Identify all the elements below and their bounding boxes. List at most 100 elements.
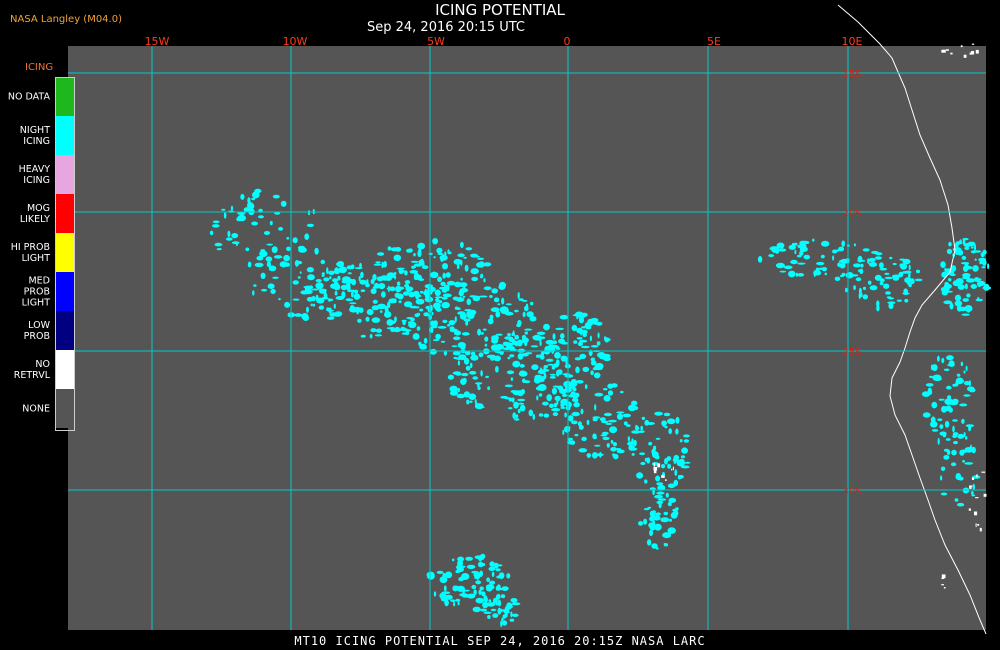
icing-blob (273, 255, 283, 259)
icing-blob (357, 318, 362, 323)
icing-blob (501, 586, 509, 591)
icing-blob (393, 272, 397, 275)
icing-blob (360, 271, 364, 279)
icing-blob (883, 283, 890, 289)
icing-blob (510, 377, 514, 381)
icing-blob (797, 273, 805, 277)
icing-blob (946, 248, 953, 255)
icing-blob (839, 274, 844, 278)
legend-item-label: LOW PROB (23, 319, 50, 342)
white-pixel (969, 485, 972, 489)
icing-blob (594, 404, 597, 411)
icing-blob (879, 267, 888, 271)
icing-blob (564, 386, 574, 389)
icing-blob (674, 469, 678, 476)
icing-blob (417, 250, 422, 258)
white-pixel (970, 51, 975, 55)
icing-blob (970, 250, 977, 254)
icing-blob (943, 368, 950, 372)
icing-blob (876, 305, 880, 312)
icing-blob (853, 263, 861, 268)
lon-label: 5W (427, 35, 445, 48)
icing-blob (584, 384, 588, 389)
icing-blob (366, 279, 369, 285)
lon-label: 15W (145, 35, 170, 48)
satellite-map[interactable]: 15W 10W 5W 0 5E 10E 15S 20S 25S 30S (0, 0, 1000, 650)
icing-blob (394, 316, 397, 323)
icing-blob (978, 257, 987, 262)
icing-blob (512, 613, 519, 617)
icing-blob (413, 272, 420, 280)
icing-blob (469, 295, 477, 298)
icing-blob (953, 440, 958, 445)
icing-blob (466, 399, 470, 405)
icing-blob (378, 283, 385, 288)
white-pixel (977, 524, 980, 526)
icing-blob (974, 258, 977, 261)
icing-blob (463, 256, 467, 259)
icing-blob (398, 300, 402, 304)
icing-blob (463, 589, 470, 592)
icing-blob (582, 332, 587, 338)
icing-blob (549, 376, 556, 379)
icing-blob (235, 242, 238, 246)
icing-blob (221, 208, 226, 211)
icing-blob (667, 463, 672, 469)
icing-blob (967, 241, 976, 247)
icing-blob (267, 283, 275, 290)
icing-blob (597, 332, 600, 339)
white-pixel (950, 52, 953, 55)
icing-blob (611, 383, 618, 388)
icing-blob (963, 265, 969, 273)
icing-blob (366, 309, 374, 316)
icing-blob (487, 318, 494, 325)
icing-blob (465, 247, 473, 251)
icing-blob (604, 337, 611, 342)
icing-blob (590, 345, 599, 348)
icing-blob (469, 370, 477, 375)
icing-blob (568, 415, 574, 422)
legend-item-label: NO DATA (7, 91, 50, 102)
icing-blob (411, 266, 414, 269)
icing-blob (524, 328, 533, 331)
icing-blob (299, 271, 302, 274)
icing-blob (471, 276, 479, 282)
icing-blob (341, 291, 346, 299)
icing-blob (528, 409, 534, 417)
icing-blob (326, 267, 329, 275)
icing-blob (666, 418, 676, 425)
icing-blob (980, 252, 985, 258)
icing-blob (454, 316, 457, 323)
icing-blob (853, 285, 856, 291)
icing-blob (307, 274, 315, 281)
icing-blob (435, 307, 442, 312)
legend-item: MOG LIKELY (0, 194, 76, 233)
icing-blob (803, 254, 811, 260)
icing-blob (899, 263, 904, 268)
icing-blob (622, 413, 631, 418)
icing-blob (512, 330, 515, 336)
icing-blob (970, 246, 974, 249)
icing-blob (240, 193, 245, 200)
icing-blob (571, 420, 578, 425)
icing-blob (954, 300, 963, 307)
icing-blob (970, 284, 977, 289)
icing-blob (372, 299, 378, 304)
icing-blob (416, 326, 421, 331)
icing-blob (824, 272, 828, 276)
icing-blob (483, 286, 492, 291)
icing-blob (345, 285, 351, 291)
icing-blob (349, 302, 357, 305)
icing-blob (922, 412, 931, 418)
icing-blob (384, 311, 392, 318)
icing-blob (555, 327, 564, 331)
icing-blob (431, 311, 434, 316)
icing-blob (788, 244, 796, 250)
icing-blob (495, 366, 499, 373)
icing-blob (278, 227, 284, 231)
legend-title: ICING (25, 62, 54, 73)
icing-blob (592, 417, 598, 422)
icing-blob (502, 341, 509, 346)
legend-item: NO DATA (0, 77, 76, 116)
icing-blob (265, 256, 273, 262)
